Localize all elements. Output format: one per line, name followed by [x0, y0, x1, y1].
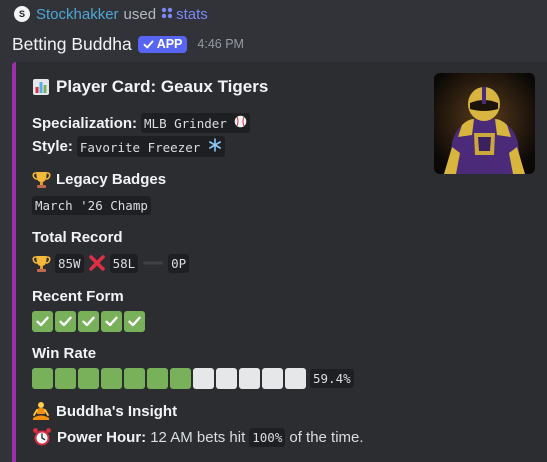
win-rate-filled-segment	[32, 367, 53, 389]
insight-label: Power Hour:	[57, 428, 147, 446]
command-user-name[interactable]: Stockhakker	[36, 6, 119, 23]
command-reply-line: S Stockhakker used stats	[14, 4, 208, 24]
win-rate-filled-segment	[55, 367, 76, 389]
app-badge: APP	[137, 35, 188, 53]
win-rate-empty-segment	[239, 367, 260, 389]
legacy-badges-value-row: March '26 Champ	[32, 194, 151, 216]
recent-form-row	[32, 310, 147, 332]
style-value: Favorite Freezer	[76, 135, 225, 157]
win-rate-filled-segment	[147, 367, 168, 389]
player-card-embed: Player Card: Geaux Tigers Specialization…	[12, 62, 547, 462]
legacy-badges-title: Legacy Badges	[56, 170, 167, 188]
win-rate-empty-segment	[193, 367, 214, 389]
win-rate-empty-segment	[262, 367, 283, 389]
win-rate-filled-segment	[101, 367, 122, 389]
record-losses: 58L	[109, 253, 139, 273]
form-win-check-icon	[101, 310, 122, 332]
meditating-person-icon	[32, 401, 50, 421]
command-used-text: used	[123, 5, 157, 23]
specialization-label: Specialization:	[32, 114, 138, 132]
recent-form-heading: Recent Form	[32, 285, 124, 307]
style-value-text: Favorite Freezer	[79, 139, 201, 155]
record-pushes: 0P	[168, 253, 190, 273]
cross-mark-icon	[88, 254, 106, 272]
form-win-check-icon	[32, 310, 53, 332]
form-win-check-icon	[55, 310, 76, 332]
style-label: Style:	[32, 137, 73, 155]
specialization-field: Specialization: MLB Grinder	[32, 112, 251, 134]
embed-title-text: Player Card: Geaux Tigers	[56, 77, 269, 96]
form-win-check-icon	[78, 310, 99, 332]
win-rate-filled-segment	[78, 367, 99, 389]
win-rate-heading: Win Rate	[32, 342, 96, 364]
timestamp[interactable]: 4:46 PM	[197, 37, 244, 51]
bar-chart-icon	[32, 78, 50, 96]
trophy-icon	[32, 254, 51, 273]
insight-title: Buddha's Insight	[56, 402, 178, 420]
user-avatar[interactable]: S	[14, 6, 30, 22]
total-record-heading: Total Record	[32, 226, 123, 248]
win-rate-value: 59.4%	[310, 368, 354, 388]
win-rate-empty-segment	[285, 367, 306, 389]
recent-form-title: Recent Form	[32, 287, 124, 305]
insight-heading: Buddha's Insight	[32, 400, 177, 422]
record-wins: 85W	[55, 253, 84, 273]
win-rate-filled-segment	[170, 367, 191, 389]
legacy-badges-heading: Legacy Badges	[32, 168, 166, 190]
alarm-clock-icon	[32, 427, 52, 447]
specialization-value: MLB Grinder	[141, 113, 251, 133]
win-rate-row: 59.4%	[32, 367, 354, 389]
checkmark-icon	[143, 40, 154, 48]
author-name[interactable]: Betting Buddha	[12, 34, 132, 55]
command-name[interactable]: stats	[176, 6, 208, 23]
form-win-check-icon	[124, 310, 145, 332]
insight-highlight: 100%	[249, 427, 286, 447]
baseball-icon	[234, 115, 247, 128]
app-badge-label: APP	[156, 37, 183, 51]
style-field: Style: Favorite Freezer	[32, 135, 225, 157]
insight-text-after: of the time.	[289, 428, 364, 446]
trophy-icon	[32, 170, 51, 189]
legacy-badge-value: March '26 Champ	[32, 195, 151, 215]
insight-row: Power Hour: 12 AM bets hit 100% of the t…	[32, 426, 364, 448]
snowflake-icon	[208, 137, 222, 152]
embed-title: Player Card: Geaux Tigers	[32, 74, 268, 100]
player-thumbnail[interactable]	[434, 73, 535, 174]
message-header: Betting Buddha APP 4:46 PM	[12, 32, 244, 56]
win-rate-bar	[32, 367, 306, 389]
insight-text-before: 12 AM bets hit	[150, 428, 246, 446]
total-record-title: Total Record	[32, 228, 123, 246]
slash-command-icon	[161, 7, 173, 22]
total-record-row: 85W 58L 0P	[32, 252, 190, 274]
specialization-value-text: MLB Grinder	[144, 116, 227, 131]
win-rate-filled-segment	[124, 367, 145, 389]
win-rate-empty-segment	[216, 367, 237, 389]
win-rate-title: Win Rate	[32, 344, 97, 362]
dash-icon	[142, 254, 164, 272]
